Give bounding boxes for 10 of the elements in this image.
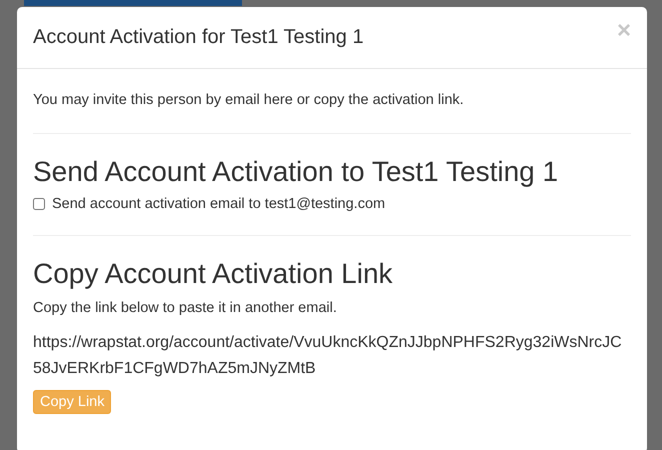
intro-text: You may invite this person by email here or copy the activation link. [33,91,465,110]
email-checkbox[interactable] [33,198,45,210]
modal-title: Account Activation for Test1 Testing 1 [33,26,364,49]
checkbox-label: Send account activation email to test1@testing.com [52,196,386,212]
activation-link-text: https://wrapstat.org/account/activate/VvuUkncKkQZnJJbpNPHFS2Ryg32iWsNrcJC58JvERKrbF1CFgWD7hAZ5mJNyZMtB [33,333,623,379]
section-heading: Send Account Activation to Test1 Testing 1 [33,156,560,188]
close-button[interactable]: × [616,18,631,42]
description-text: Copy the link below to paste it in another email. [33,299,338,318]
section-heading: Copy Account Activation Link [33,258,394,290]
copy-link-button[interactable]: Copy Link [33,390,112,414]
